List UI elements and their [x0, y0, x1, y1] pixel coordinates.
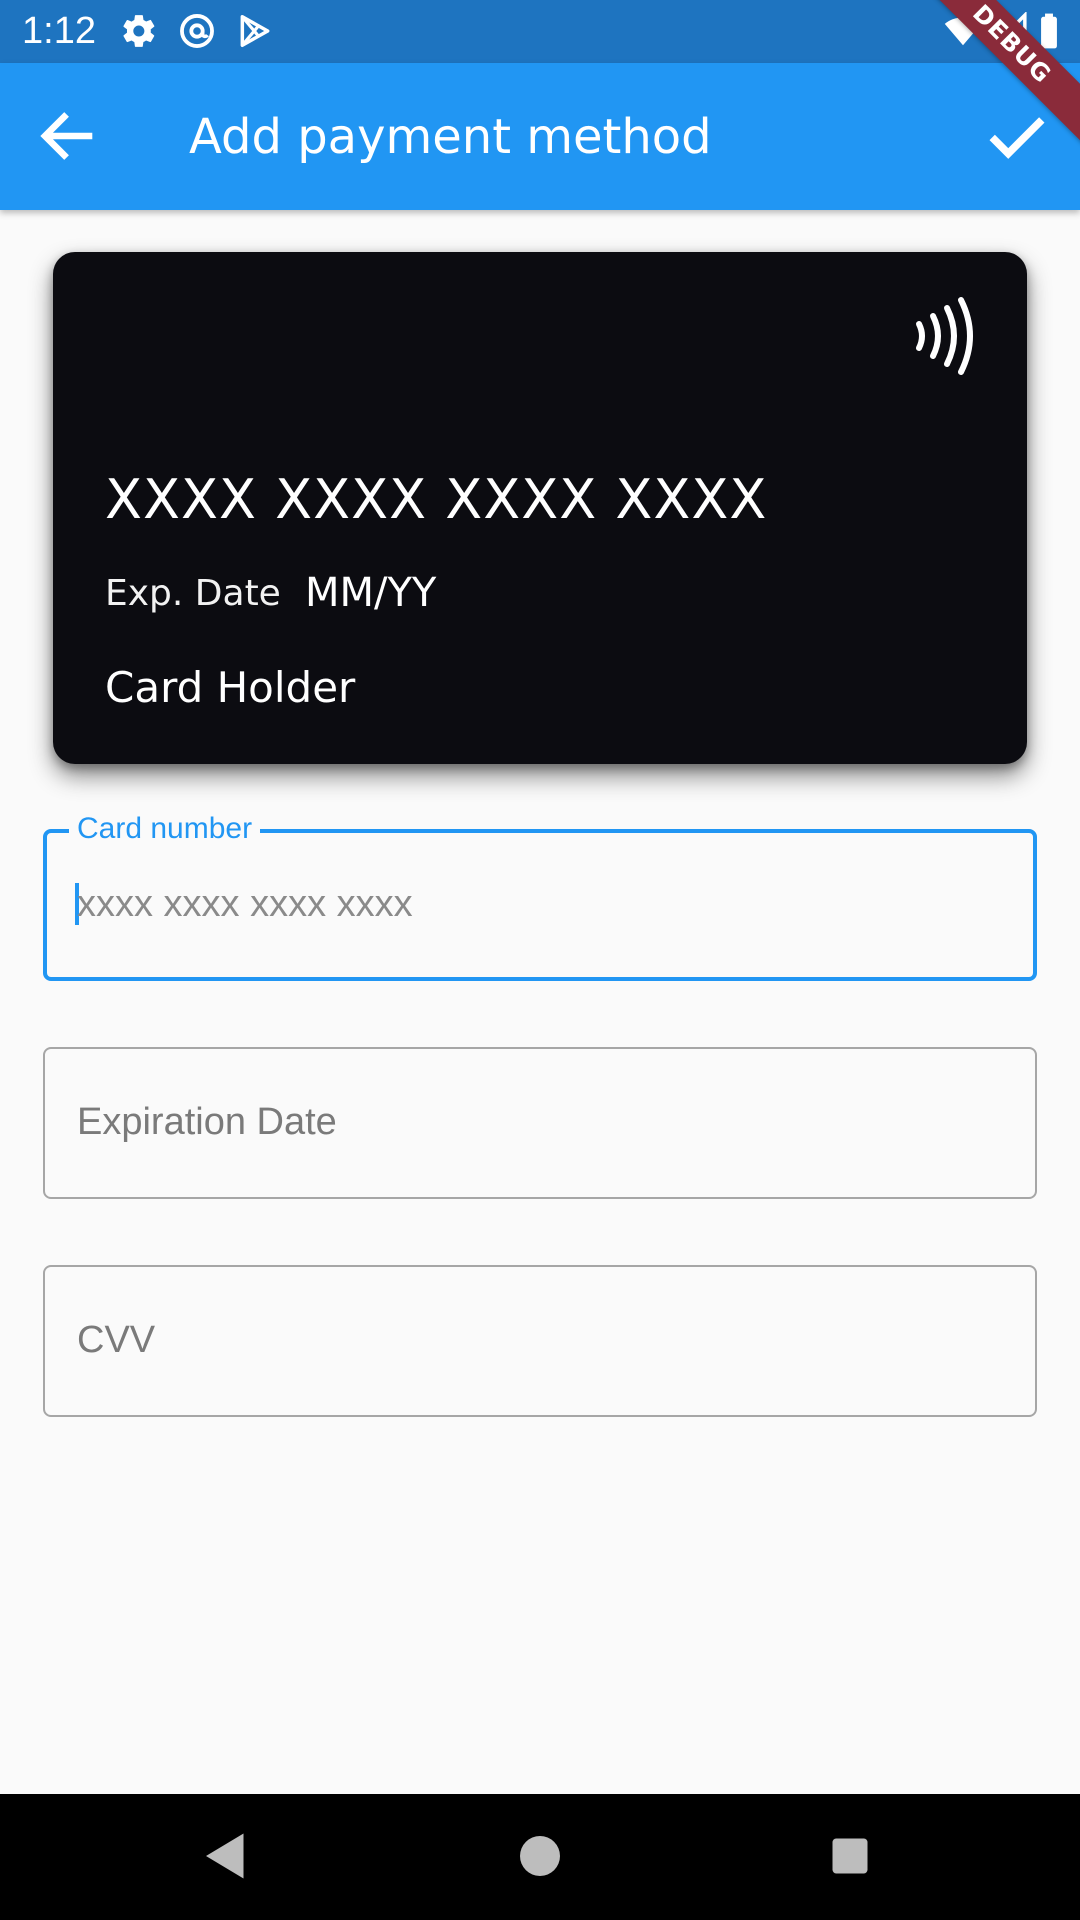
nav-recents-icon[interactable] [820, 1826, 880, 1886]
nav-back-icon[interactable] [196, 1826, 256, 1886]
card-number-display: XXXX XXXX XXXX XXXX [105, 468, 768, 531]
play-store-icon [240, 15, 270, 47]
contactless-icon [916, 297, 973, 375]
nav-home-icon[interactable] [510, 1826, 570, 1886]
check-icon[interactable] [982, 101, 1052, 171]
expiration-date-field[interactable]: Expiration Date [43, 1047, 1037, 1199]
credit-card-preview: XXXX XXXX XXXX XXXX Exp. Date MM/YY Card… [53, 252, 1027, 764]
card-holder-display: Card Holder [105, 663, 356, 712]
exp-date-value: MM/YY [305, 570, 437, 616]
cvv-field[interactable]: CVV [43, 1265, 1037, 1417]
cvv-placeholder: CVV [77, 1319, 156, 1361]
page-title: Add payment method [189, 109, 712, 165]
status-time: 1:12 [22, 10, 96, 52]
card-number-label: Card number [69, 811, 261, 847]
at-sign-icon [180, 14, 214, 48]
screen: 1:12 DEBUG Add payment method XXXX XXXX … [0, 0, 1080, 1920]
card-number-field[interactable]: Card number xxxx xxxx xxxx xxxx [43, 811, 1037, 981]
card-number-placeholder: xxxx xxxx xxxx xxxx [77, 883, 413, 925]
settings-icon [123, 15, 155, 47]
system-nav-bar [0, 1794, 1080, 1920]
expiration-date-placeholder: Expiration Date [77, 1101, 337, 1143]
app-bar: Add payment method [0, 63, 1080, 210]
status-bar: 1:12 [0, 0, 1080, 63]
arrow-back-icon[interactable] [34, 103, 100, 169]
exp-date-label: Exp. Date [105, 573, 281, 614]
